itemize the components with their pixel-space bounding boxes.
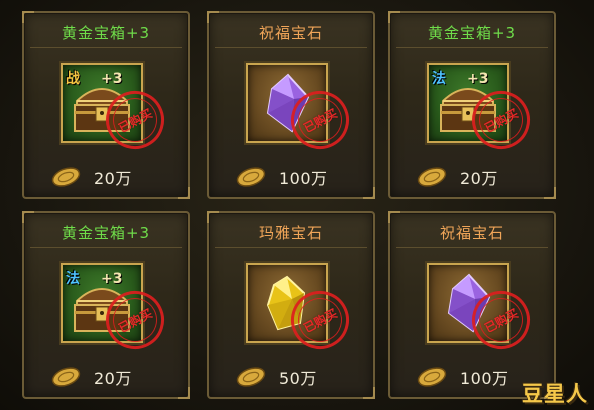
class-badge: 法 xyxy=(66,271,80,287)
shop-item-card[interactable]: 黄金宝箱+3 战 +3 已购买 20万 xyxy=(22,11,190,199)
purchased-stamp-text: 已购买 xyxy=(482,105,521,136)
card-header: 玛雅宝石 xyxy=(215,217,367,248)
price-value: 20万 xyxy=(94,369,132,388)
price-value: 20万 xyxy=(460,169,498,188)
item-name: 祝福宝石 xyxy=(258,23,323,42)
card-header: 黄金宝箱+3 xyxy=(30,17,182,48)
item-name: 黄金宝箱+3 xyxy=(61,23,151,42)
gold-coin-icon xyxy=(236,367,266,387)
gold-coin-icon xyxy=(417,367,447,387)
gold-coin-icon xyxy=(51,167,81,187)
price: 50万 xyxy=(235,363,317,391)
gold-coin-icon xyxy=(417,167,447,187)
price: 20万 xyxy=(50,163,132,191)
purchased-stamp-text: 已购买 xyxy=(301,105,340,136)
shop-item-card[interactable]: 玛雅宝石 已购买 50万 xyxy=(207,211,375,399)
purchased-stamp-text: 已购买 xyxy=(482,305,521,336)
card-header: 祝福宝石 xyxy=(215,17,367,48)
card-header: 黄金宝箱+3 xyxy=(30,217,182,248)
price-value: 100万 xyxy=(279,169,328,188)
card-header: 祝福宝石 xyxy=(396,217,548,248)
shop-item-grid: 黄金宝箱+3 战 +3 已购买 20万 祝福宝石 已购买 100万 黄金宝箱+3… xyxy=(22,11,582,403)
shop-item-card[interactable]: 祝福宝石 已购买 100万 xyxy=(388,211,556,399)
enhance-level: +3 xyxy=(467,71,489,87)
class-badge: 法 xyxy=(432,71,446,87)
card-header: 黄金宝箱+3 xyxy=(396,17,548,48)
shop-item-card[interactable]: 黄金宝箱+3 法 +3 已购买 20万 xyxy=(388,11,556,199)
price-value: 100万 xyxy=(460,369,509,388)
item-name: 黄金宝箱+3 xyxy=(427,23,517,42)
item-name: 玛雅宝石 xyxy=(258,223,323,242)
item-name: 祝福宝石 xyxy=(439,223,504,242)
price: 100万 xyxy=(416,363,509,391)
purchased-stamp-text: 已购买 xyxy=(116,305,155,336)
price: 20万 xyxy=(416,163,498,191)
price-value: 50万 xyxy=(279,369,317,388)
price-value: 20万 xyxy=(94,169,132,188)
gold-coin-icon xyxy=(51,367,81,387)
gold-coin-icon xyxy=(236,167,266,187)
shop-item-card[interactable]: 祝福宝石 已购买 100万 xyxy=(207,11,375,199)
enhance-level: +3 xyxy=(101,271,123,287)
price: 100万 xyxy=(235,163,328,191)
class-badge: 战 xyxy=(66,71,80,87)
purchased-stamp-text: 已购买 xyxy=(116,105,155,136)
purchased-stamp-text: 已购买 xyxy=(301,305,340,336)
enhance-level: +3 xyxy=(101,71,123,87)
item-name: 黄金宝箱+3 xyxy=(61,223,151,242)
site-watermark: 豆星人 xyxy=(522,382,588,406)
shop-item-card[interactable]: 黄金宝箱+3 法 +3 已购买 20万 xyxy=(22,211,190,399)
price: 20万 xyxy=(50,363,132,391)
